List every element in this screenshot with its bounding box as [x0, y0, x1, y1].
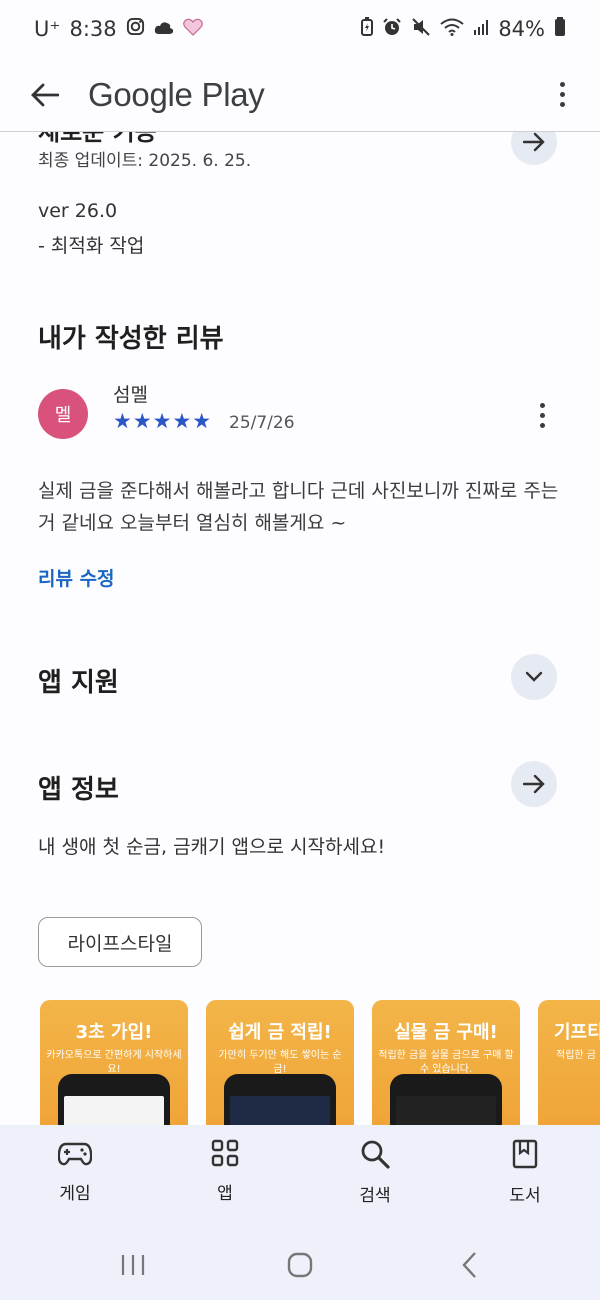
whats-new-arrow-button[interactable]	[511, 132, 557, 165]
home-icon[interactable]	[283, 1245, 317, 1285]
star-rating: ★★★★★	[113, 409, 213, 433]
carrier-label: U⁺	[34, 17, 61, 41]
whats-new-heading: 새로운 기능	[38, 132, 157, 146]
battery-icon	[554, 16, 566, 42]
phone-mockup	[58, 1074, 170, 1125]
apps-grid-icon	[211, 1139, 239, 1167]
nav-label: 검색	[359, 1186, 391, 1206]
app-info-heading: 앱 정보	[38, 775, 119, 805]
screenshot-subtitle: 적립한 금 기프티콘	[556, 1050, 600, 1061]
app-support-heading: 앱 지원	[38, 668, 119, 698]
review-more-icon[interactable]	[540, 403, 545, 428]
my-review-heading: 내가 작성한 리뷰	[38, 324, 224, 354]
edit-review-link[interactable]: 리뷰 수정	[38, 564, 115, 591]
version-text: ver 26.0	[38, 200, 118, 222]
avatar: 멜	[38, 389, 88, 439]
arrow-right-icon	[523, 132, 545, 152]
screenshot-card[interactable]: 기프티 적립한 금 기프티콘	[538, 1000, 600, 1125]
screenshot-subtitle: 가만히 두기만 해도 쌓이는 순금!	[218, 1050, 342, 1075]
chevron-down-icon	[525, 671, 543, 682]
screenshot-subtitle: 적립한 금을 실물 금으로 구매 할 수 있습니다.	[378, 1050, 514, 1075]
screenshot-title: 쉽게 금 적립!	[228, 1022, 332, 1043]
wifi-icon	[440, 18, 464, 41]
alarm-icon	[382, 17, 402, 42]
review-date: 25/7/26	[229, 413, 295, 433]
phone-mockup	[390, 1074, 502, 1125]
details-content[interactable]: 새로운 기능 최종 업데이트: 2025. 6. 25. ver 26.0 - …	[0, 132, 600, 1125]
signal-icon	[473, 18, 489, 40]
instagram-icon	[126, 17, 145, 41]
app-description: 내 생애 첫 순금, 금캐기 앱으로 시작하세요!	[38, 836, 386, 858]
bottom-nav: 게임 앱 검색 도서	[0, 1125, 600, 1235]
nav-label: 게임	[59, 1184, 91, 1204]
app-info-arrow-button[interactable]	[511, 761, 557, 807]
system-nav-bar	[0, 1235, 600, 1300]
search-icon	[361, 1140, 390, 1169]
nav-item-apps[interactable]: 앱	[175, 1139, 275, 1204]
back-icon[interactable]	[454, 1245, 484, 1285]
app-bar: Google Play	[0, 58, 600, 132]
nav-item-games[interactable]: 게임	[25, 1139, 125, 1204]
screenshot-card[interactable]: 실물 금 구매! 적립한 금을 실물 금으로 구매 할 수 있습니다.	[372, 1000, 520, 1125]
arrow-right-icon	[523, 774, 545, 794]
more-options-icon[interactable]	[552, 82, 572, 107]
battery-percent: 84%	[498, 17, 545, 41]
status-bar: U⁺ 8:38 84%	[0, 0, 600, 58]
recent-apps-icon[interactable]	[116, 1245, 150, 1285]
cloud-icon	[154, 18, 174, 40]
gamepad-icon	[58, 1142, 92, 1166]
screenshot-title: 3초 가입!	[75, 1022, 153, 1043]
clock: 8:38	[69, 17, 117, 41]
category-chip[interactable]: 라이프스타일	[38, 917, 202, 967]
screenshot-card[interactable]: 3초 가입! 카카오톡으로 간편하게 시작하세요!	[40, 1000, 188, 1125]
screenshot-card[interactable]: 쉽게 금 적립! 가만히 두기만 해도 쌓이는 순금!	[206, 1000, 354, 1125]
nav-label: 앱	[217, 1184, 233, 1204]
screenshot-title: 실물 금 구매!	[394, 1022, 498, 1043]
screenshot-subtitle: 카카오톡으로 간편하게 시작하세요!	[46, 1050, 182, 1075]
reviewer-name: 섬멜	[113, 384, 148, 406]
nav-item-books[interactable]: 도서	[475, 1139, 575, 1206]
release-notes: - 최적화 작업	[38, 235, 145, 257]
phone-mockup	[224, 1074, 336, 1125]
battery-saver-icon	[361, 17, 374, 41]
nav-item-search[interactable]: 검색	[325, 1139, 425, 1206]
last-updated: 최종 업데이트: 2025. 6. 25.	[38, 151, 252, 171]
nav-label: 도서	[509, 1186, 541, 1206]
app-title: Google Play	[88, 75, 265, 113]
app-support-expand-button[interactable]	[511, 654, 557, 700]
back-arrow-icon[interactable]	[28, 78, 62, 112]
avatar-letter: 멜	[54, 405, 72, 426]
mute-icon	[411, 17, 431, 42]
heart-icon	[182, 18, 203, 41]
screenshot-title: 기프티	[554, 1022, 600, 1043]
book-icon	[512, 1139, 538, 1169]
review-text: 실제 금을 준다해서 해볼라고 합니다 근데 사진보니까 진짜로 주는거 같네요…	[38, 480, 559, 534]
